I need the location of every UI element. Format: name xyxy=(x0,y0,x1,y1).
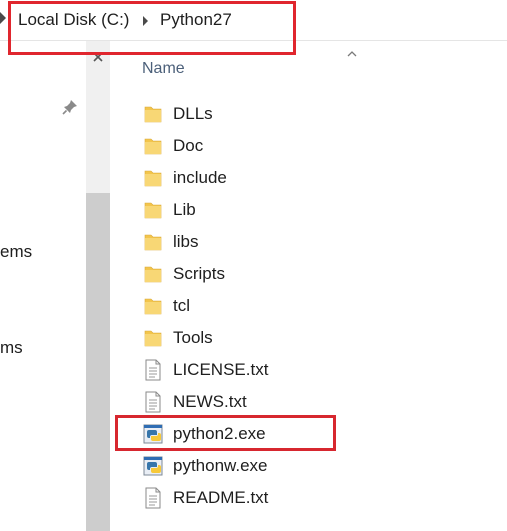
file-row[interactable]: pythonw.exe xyxy=(135,452,507,482)
file-explorer-window: Local Disk (C:) Python27 ems ms Name DLL… xyxy=(0,0,507,531)
folder-row[interactable]: Doc xyxy=(135,132,507,162)
text-file-icon xyxy=(143,487,163,509)
file-name: Tools xyxy=(173,328,213,347)
folder-row[interactable]: include xyxy=(135,164,507,194)
pin-icon[interactable] xyxy=(62,99,78,115)
file-name: Lib xyxy=(173,200,196,219)
file-name: libs xyxy=(173,232,199,251)
file-name: pythonw.exe xyxy=(173,456,268,475)
sort-up-chevron-icon xyxy=(347,51,357,57)
file-name: include xyxy=(173,168,227,187)
file-row[interactable]: LICENSE.txt xyxy=(135,356,507,386)
folder-icon xyxy=(143,263,163,285)
folder-icon xyxy=(143,103,163,125)
file-row[interactable]: NEWS.txt xyxy=(135,388,507,418)
file-name: tcl xyxy=(173,296,190,315)
highlight-box xyxy=(115,415,336,451)
nav-item-label[interactable]: ems xyxy=(0,242,32,262)
folder-icon xyxy=(143,135,163,157)
python-exe-icon xyxy=(143,455,163,477)
nav-item-label[interactable]: ms xyxy=(0,338,23,358)
file-list-pane: Name DLLs Doc include Lib libs Scripts tcl Tool… xyxy=(111,41,507,531)
nav-scrollbar[interactable] xyxy=(86,41,110,531)
folder-icon xyxy=(143,327,163,349)
file-name: NEWS.txt xyxy=(173,392,247,411)
highlight-box xyxy=(8,1,296,55)
chevron-right-icon[interactable] xyxy=(0,12,6,24)
folder-row[interactable]: Tools xyxy=(135,324,507,354)
folder-row[interactable]: DLLs xyxy=(135,100,507,130)
folder-icon xyxy=(143,295,163,317)
folder-icon xyxy=(143,231,163,253)
file-name: README.txt xyxy=(173,488,269,507)
folder-icon xyxy=(143,199,163,221)
scrollbar-thumb[interactable] xyxy=(86,193,110,531)
file-name: Scripts xyxy=(173,264,225,283)
folder-row[interactable]: tcl xyxy=(135,292,507,322)
folder-icon xyxy=(143,167,163,189)
text-file-icon xyxy=(143,391,163,413)
column-header-name[interactable]: Name xyxy=(142,60,185,78)
text-file-icon xyxy=(143,359,163,381)
folder-row[interactable]: Scripts xyxy=(135,260,507,290)
file-name: LICENSE.txt xyxy=(173,360,269,379)
file-row[interactable]: README.txt xyxy=(135,484,507,514)
file-name: Doc xyxy=(173,136,204,155)
folder-row[interactable]: libs xyxy=(135,228,507,258)
folder-row[interactable]: Lib xyxy=(135,196,507,226)
file-name: DLLs xyxy=(173,104,213,123)
